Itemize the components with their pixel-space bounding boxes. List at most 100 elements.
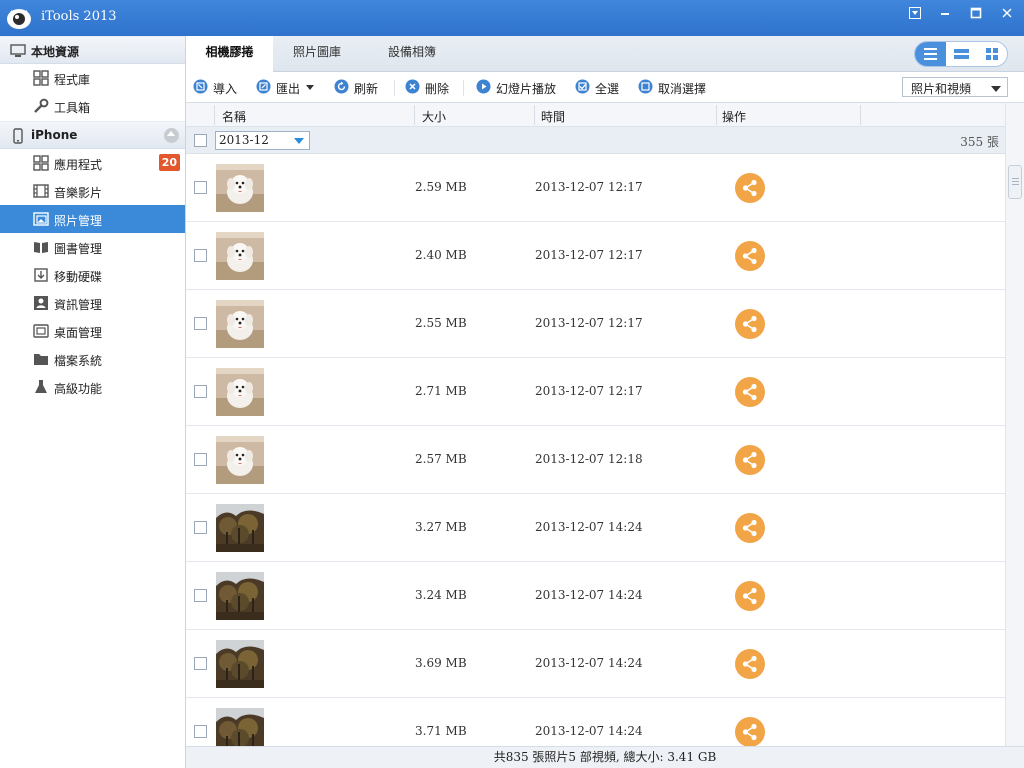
sidebar-header-iphone[interactable]: iPhone (0, 121, 185, 149)
sidebar-item-info-management[interactable]: 資訊管理 (0, 289, 185, 317)
table-row[interactable]: 2.40 MB 2013-12-07 12:17 (186, 222, 1005, 290)
share-button[interactable] (735, 717, 765, 746)
view-mode-switcher (914, 41, 1008, 67)
sidebar-item-desktop-management[interactable]: 桌面管理 (0, 317, 185, 345)
table-row[interactable]: 2.71 MB 2013-12-07 12:17 (186, 358, 1005, 426)
row-select-checkbox[interactable] (194, 453, 207, 466)
checkbox-checked-icon (575, 79, 590, 94)
table-row[interactable]: 2.55 MB 2013-12-07 12:17 (186, 290, 1005, 358)
photo-time: 2013-12-07 14:24 (535, 588, 643, 602)
photo-thumbnail[interactable] (216, 640, 264, 688)
photo-time: 2013-12-07 14:24 (535, 656, 643, 670)
menu-dropdown-button[interactable] (904, 4, 926, 22)
column-header-name[interactable]: 名稱 (222, 108, 246, 125)
share-button[interactable] (735, 649, 765, 679)
table-row[interactable]: 3.71 MB 2013-12-07 14:24 (186, 698, 1005, 746)
grid-view-button[interactable] (977, 42, 1007, 66)
row-select-checkbox[interactable] (194, 589, 207, 602)
row-select-checkbox[interactable] (194, 725, 207, 738)
select-all-button[interactable]: 全選 (575, 79, 623, 97)
close-icon (1002, 8, 1012, 18)
detail-view-button[interactable] (946, 42, 977, 66)
close-button[interactable] (996, 4, 1018, 22)
sidebar-item-file-system[interactable]: 檔案系統 (0, 345, 185, 373)
import-button[interactable]: 導入 (193, 79, 241, 97)
refresh-button[interactable]: 刷新 (334, 79, 382, 97)
share-button[interactable] (735, 513, 765, 543)
usb-drive-icon (34, 268, 48, 282)
photo-thumbnail[interactable] (216, 164, 264, 212)
photo-time: 2013-12-07 14:24 (535, 724, 643, 738)
sidebar-header-local[interactable]: 本地資源 (0, 36, 185, 64)
table-row[interactable]: 3.24 MB 2013-12-07 14:24 (186, 562, 1005, 630)
delete-button[interactable]: 刪除 (405, 79, 455, 97)
photo-thumbnail[interactable] (216, 368, 264, 416)
phone-icon (13, 128, 23, 144)
sidebar-item-app-library[interactable]: 程式庫 (0, 64, 185, 92)
minimize-icon (941, 13, 949, 15)
row-select-checkbox[interactable] (194, 385, 207, 398)
table-row[interactable]: 2.59 MB 2013-12-07 12:17 (186, 154, 1005, 222)
sidebar-item-books[interactable]: 圖書管理 (0, 233, 185, 261)
group-select-checkbox[interactable] (194, 134, 207, 147)
photo-thumbnail[interactable] (216, 504, 264, 552)
vertical-scrollbar[interactable] (1005, 103, 1024, 746)
slideshow-button[interactable]: 幻燈片播放 (476, 79, 560, 97)
checkbox-empty-icon (638, 79, 653, 94)
eject-icon[interactable] (164, 128, 179, 143)
photo-thumbnail[interactable] (216, 436, 264, 484)
tab-photo-library[interactable]: 照片圖庫 (274, 36, 360, 72)
row-select-checkbox[interactable] (194, 181, 207, 194)
media-type-select[interactable]: 照片和視頻 (902, 77, 1008, 97)
column-header-size[interactable]: 大小 (422, 108, 446, 125)
photo-thumbnail[interactable] (216, 708, 264, 746)
sidebar-item-mobile-disk[interactable]: 移動硬碟 (0, 261, 185, 289)
tab-camera-roll[interactable]: 相機膠捲 (186, 36, 273, 73)
sidebar-item-label: 桌面管理 (54, 326, 103, 340)
share-button[interactable] (735, 309, 765, 339)
sidebar-item-label: 資訊管理 (54, 298, 103, 312)
photo-size: 2.55 MB (415, 316, 467, 330)
list-view-button[interactable] (915, 42, 946, 66)
export-button[interactable]: 匯出 (256, 79, 318, 97)
share-button[interactable] (735, 241, 765, 271)
folder-icon (34, 354, 48, 365)
sidebar: 本地資源 程式庫 工具箱 iPhone 應用程式 20 音樂影片 照片管理 圖書… (0, 36, 186, 768)
sidebar-item-advanced[interactable]: 高級功能 (0, 373, 185, 401)
row-select-checkbox[interactable] (194, 521, 207, 534)
column-header-time[interactable]: 時間 (541, 108, 565, 125)
share-button[interactable] (735, 173, 765, 203)
share-icon (735, 519, 765, 546)
share-button[interactable] (735, 377, 765, 407)
detail-view-icon (954, 49, 969, 59)
tab-device-albums[interactable]: 設備相簿 (361, 36, 463, 72)
share-button[interactable] (735, 581, 765, 611)
table-row[interactable]: 3.27 MB 2013-12-07 14:24 (186, 494, 1005, 562)
delete-icon (405, 79, 420, 94)
maximize-icon (970, 7, 982, 19)
row-select-checkbox[interactable] (194, 657, 207, 670)
grid-view-icon (986, 48, 998, 60)
table-row[interactable]: 2.57 MB 2013-12-07 12:18 (186, 426, 1005, 494)
status-bar: 共835 張照片5 部視頻, 總大小: 3.41 GB (186, 746, 1024, 768)
photo-thumbnail[interactable] (216, 572, 264, 620)
sidebar-item-label: 檔案系統 (54, 354, 103, 368)
share-button[interactable] (735, 445, 765, 475)
sidebar-item-toolbox[interactable]: 工具箱 (0, 92, 185, 120)
sidebar-item-photos[interactable]: 照片管理 (0, 205, 185, 233)
photo-thumbnail[interactable] (216, 300, 264, 348)
flask-icon (35, 380, 47, 393)
row-select-checkbox[interactable] (194, 249, 207, 262)
minimize-button[interactable] (934, 4, 956, 22)
table-row[interactable]: 3.69 MB 2013-12-07 14:24 (186, 630, 1005, 698)
row-select-checkbox[interactable] (194, 317, 207, 330)
chevron-down-icon (306, 85, 314, 90)
share-icon (735, 247, 765, 274)
maximize-button[interactable] (965, 4, 987, 22)
deselect-button[interactable]: 取消選擇 (638, 79, 712, 97)
sidebar-item-music-video[interactable]: 音樂影片 (0, 177, 185, 205)
photo-thumbnail[interactable] (216, 232, 264, 280)
scrollbar-thumb[interactable] (1008, 165, 1022, 199)
month-select[interactable]: 2013-12 (215, 131, 310, 150)
sidebar-item-apps[interactable]: 應用程式 20 (0, 149, 185, 177)
